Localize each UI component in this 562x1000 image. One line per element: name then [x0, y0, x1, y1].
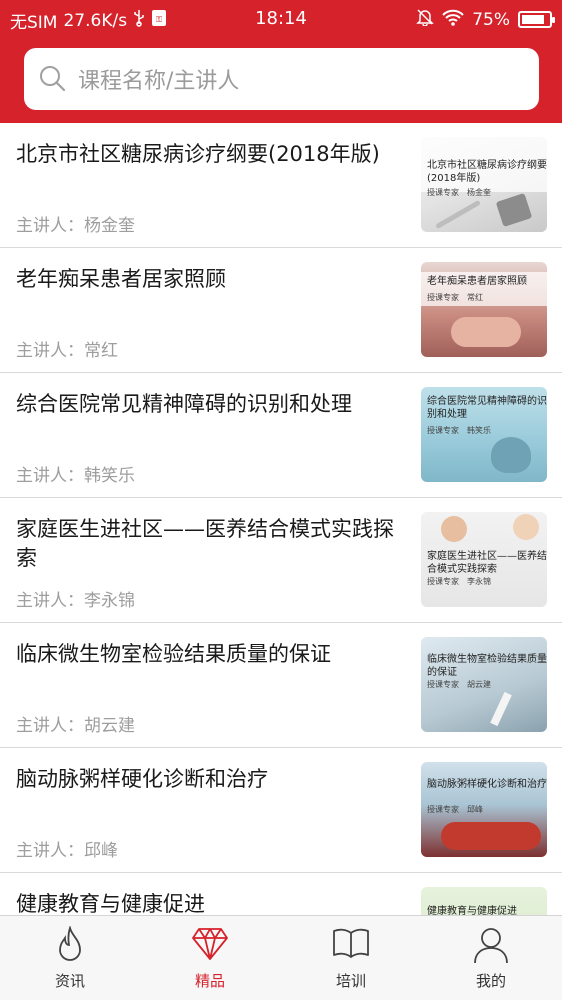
thumbnail-caption: 老年痴呆患者居家照顾 — [427, 276, 527, 287]
search-input[interactable]: 课程名称/主讲人 — [24, 48, 539, 110]
course-title: 综合医院常见精神障碍的识别和处理 — [16, 392, 352, 416]
book-icon — [333, 928, 369, 958]
course-speaker: 主讲人：韩笑乐 — [16, 466, 135, 486]
tab-training[interactable]: 培训 — [281, 916, 421, 1000]
status-right: 75% — [416, 8, 555, 31]
thumbnail-caption: 综合医院常见精神障碍的识别和处理 — [427, 396, 547, 420]
thumbnail-subcaption: 授课专家 邱峰 — [427, 805, 483, 814]
course-thumbnail: 综合医院常见精神障碍的识别和处理 授课专家 韩笑乐 — [421, 387, 547, 482]
course-item[interactable]: 综合医院常见精神障碍的识别和处理 主讲人：韩笑乐 综合医院常见精神障碍的识别和处… — [0, 373, 562, 498]
person-icon — [474, 928, 508, 964]
search-icon — [40, 66, 66, 92]
course-list: 北京市社区糖尿病诊疗纲要(2018年版) 主讲人：杨金奎 北京市社区糖尿病诊疗纲… — [0, 123, 562, 998]
course-thumbnail: 家庭医生进社区——医养结合模式实践探索 授课专家 李永锦 — [421, 512, 547, 607]
tab-label: 培训 — [335, 972, 366, 990]
course-title: 家庭医生进社区——医养结合模式实践探索 — [16, 517, 394, 570]
course-item[interactable]: 北京市社区糖尿病诊疗纲要(2018年版) 主讲人：杨金奎 北京市社区糖尿病诊疗纲… — [0, 123, 562, 248]
course-speaker: 主讲人：李永锦 — [16, 591, 135, 611]
diamond-icon — [192, 928, 228, 960]
thumbnail-subcaption: 授课专家 李永锦 — [427, 577, 491, 586]
bottom-tab-bar: 资讯 精品 培训 我的 — [0, 915, 562, 1000]
battery-percent: 75% — [472, 9, 510, 30]
app-header: 无SIM 27.6K/s ⚿ 18:14 75% 课程名称/主讲人 — [0, 0, 562, 123]
course-item[interactable]: 家庭医生进社区——医养结合模式实践探索 主讲人：李永锦 家庭医生进社区——医养结… — [0, 498, 562, 623]
thumbnail-caption: 家庭医生进社区——医养结合模式实践探索 — [427, 551, 547, 575]
course-thumbnail: 老年痴呆患者居家照顾 授课专家 常红 — [421, 262, 547, 357]
course-title: 脑动脉粥样硬化诊断和治疗 — [16, 767, 268, 791]
status-bar: 无SIM 27.6K/s ⚿ 18:14 75% — [0, 0, 562, 38]
course-item[interactable]: 临床微生物室检验结果质量的保证 主讲人：胡云建 临床微生物室检验结果质量的保证 … — [0, 623, 562, 748]
battery-icon — [518, 11, 555, 28]
search-placeholder: 课程名称/主讲人 — [78, 69, 240, 94]
thumbnail-subcaption: 授课专家 韩笑乐 — [427, 426, 491, 435]
tab-news[interactable]: 资讯 — [0, 916, 140, 1000]
course-thumbnail: 北京市社区糖尿病诊疗纲要(2018年版) 授课专家 杨金奎 — [421, 137, 547, 232]
tab-featured[interactable]: 精品 — [140, 916, 280, 1000]
tab-label: 资讯 — [54, 972, 85, 990]
course-title: 临床微生物室检验结果质量的保证 — [16, 642, 331, 666]
course-speaker: 主讲人：胡云建 — [16, 716, 135, 736]
mute-icon — [416, 8, 435, 31]
wifi-icon — [442, 9, 464, 31]
course-speaker: 主讲人：邱峰 — [16, 841, 118, 861]
course-title: 老年痴呆患者居家照顾 — [16, 267, 226, 291]
tab-label: 精品 — [194, 972, 225, 990]
thumbnail-subcaption: 授课专家 常红 — [427, 293, 483, 302]
course-title: 北京市社区糖尿病诊疗纲要(2018年版) — [16, 142, 380, 166]
thumbnail-subcaption: 授课专家 杨金奎 — [427, 188, 491, 197]
course-speaker: 主讲人：常红 — [16, 341, 118, 361]
course-item[interactable]: 脑动脉粥样硬化诊断和治疗 主讲人：邱峰 脑动脉粥样硬化诊断和治疗 授课专家 邱峰 — [0, 748, 562, 873]
thumbnail-caption: 临床微生物室检验结果质量的保证 — [427, 654, 547, 678]
tab-label: 我的 — [475, 972, 506, 990]
flame-icon — [59, 926, 81, 961]
thumbnail-caption: 北京市社区糖尿病诊疗纲要(2018年版) — [427, 160, 547, 184]
tab-profile[interactable]: 我的 — [421, 916, 561, 1000]
course-thumbnail: 脑动脉粥样硬化诊断和治疗 授课专家 邱峰 — [421, 762, 547, 857]
course-item[interactable]: 老年痴呆患者居家照顾 主讲人：常红 老年痴呆患者居家照顾 授课专家 常红 — [0, 248, 562, 373]
course-speaker: 主讲人：杨金奎 — [16, 216, 135, 236]
thumbnail-caption: 脑动脉粥样硬化诊断和治疗 — [427, 779, 547, 790]
thumbnail-subcaption: 授课专家 胡云建 — [427, 680, 491, 689]
course-thumbnail: 临床微生物室检验结果质量的保证 授课专家 胡云建 — [421, 637, 547, 732]
